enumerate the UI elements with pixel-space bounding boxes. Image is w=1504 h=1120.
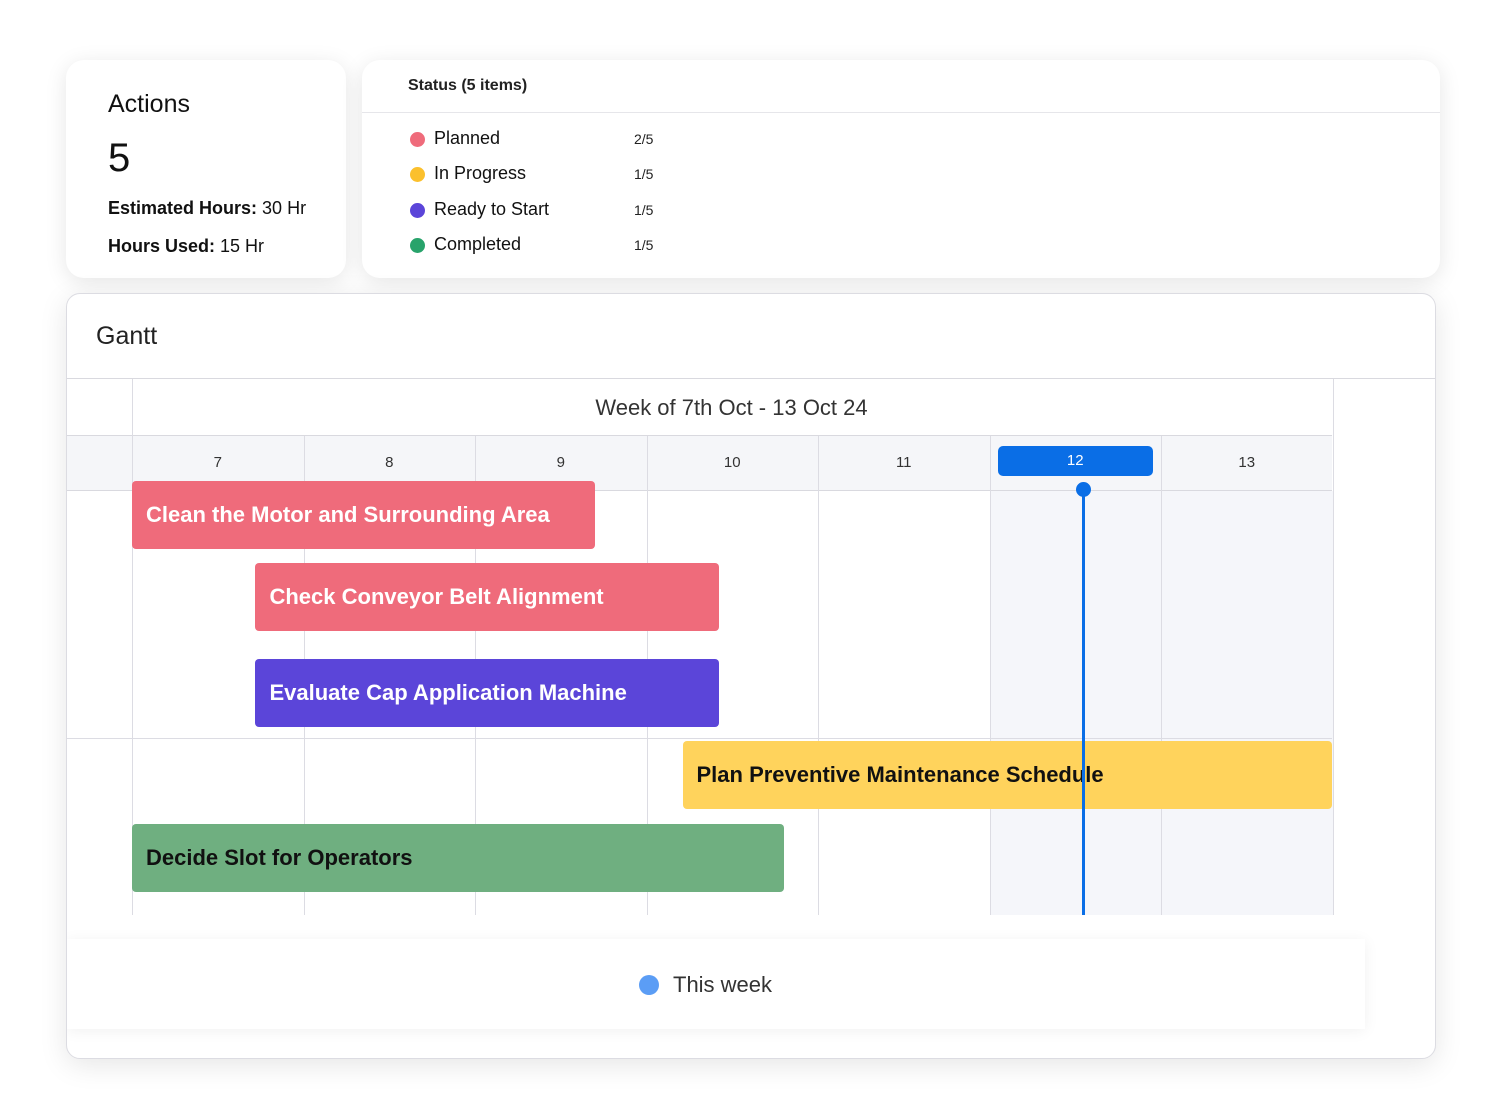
gantt-title: Gantt [96,322,158,350]
status-count: 1/5 [634,166,654,182]
day-label-current[interactable]: 12 [997,446,1153,476]
status-count: 2/5 [634,131,654,147]
status-row-ready-to-start[interactable]: Ready to Start 1/5 [410,198,710,224]
status-title: Status (5 items) [408,77,528,94]
hours-used-value: 15 Hr [220,236,265,256]
status-count: 1/5 [634,202,654,218]
status-dot-completed [410,238,425,253]
hours-used: Hours Used: 15 Hr [108,236,264,257]
actions-count: 5 [108,136,131,180]
legend-label-this-week[interactable]: This week [673,972,772,998]
estimated-hours-label: Estimated Hours: [108,198,258,218]
status-label: Ready to Start [434,199,550,219]
gantt-legend: This week [67,939,1365,1029]
estimated-hours-value: 30 Hr [262,198,307,218]
week-header: Week of 7th Oct - 13 Oct 24 [595,395,868,420]
gantt-bar[interactable]: Check Conveyor Belt Alignment [255,563,719,631]
actions-title: Actions [108,90,190,118]
status-label: Planned [434,128,501,148]
status-dot-ready-to-start [410,203,425,218]
gantt-bar[interactable]: Clean the Motor and Surrounding Area [132,481,596,549]
legend-dot-this-week [639,975,659,995]
status-dot-planned [410,132,425,147]
status-divider [362,112,1440,113]
status-row-completed[interactable]: Completed 1/5 [410,233,710,259]
hours-used-label: Hours Used: [108,236,216,256]
grid-vertical-line [1333,379,1334,915]
grid-horizontal-line [67,738,1332,739]
today-marker-line [1082,489,1086,915]
estimated-hours: Estimated Hours: 30 Hr [108,198,306,219]
actions-card: Actions 5 Estimated Hours: 30 Hr Hours U… [66,60,346,278]
status-dot-in-progress [410,167,425,182]
gantt-bar[interactable]: Evaluate Cap Application Machine [255,659,719,727]
gantt-chart: Week of 7th Oct - 13 Oct 24 7 8 9 10 11 12 13 … [67,379,1435,915]
status-count: 1/5 [634,237,654,253]
day-label[interactable]: 13 [1161,436,1333,490]
gantt-bar[interactable]: Plan Preventive Maintenance Schedule [682,741,1333,809]
status-card: Status (5 items) Planned 2/5 In Progress… [362,60,1440,278]
grid-vertical-line [1161,436,1162,915]
status-label: In Progress [434,163,527,183]
grid-vertical-line [818,436,819,915]
status-label: Completed [434,234,522,254]
day-label[interactable]: 10 [647,436,819,490]
status-row-planned[interactable]: Planned 2/5 [410,127,710,153]
status-row-in-progress[interactable]: In Progress 1/5 [410,162,710,188]
gantt-card: Gantt Week of 7th Oct - 13 Oct 24 7 8 9 10 1… [66,293,1436,1059]
day-label[interactable]: 11 [818,436,990,490]
grid-vertical-line [990,436,991,915]
gantt-bar[interactable]: Decide Slot for Operators [132,824,784,892]
